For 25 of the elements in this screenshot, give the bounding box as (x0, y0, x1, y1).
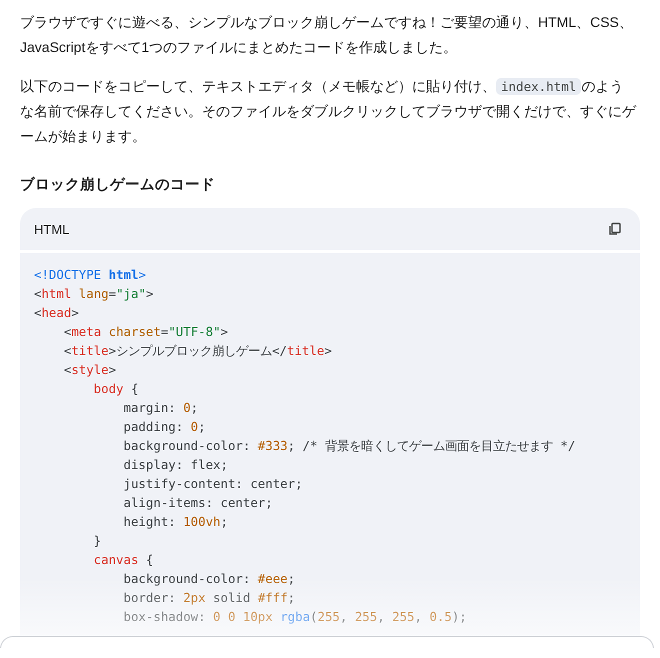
copy-icon (608, 222, 622, 236)
code-line: align-items: center; (122, 494, 274, 512)
paragraph-text: ブラウザですぐに遊べる、シンプルなブロック崩しゲームですね！ご要望の通り、HTML、CSS、JavaScriptをすべて1つのファイルにまとめたコードを作成しました。 (20, 13, 634, 57)
code-line: body { (92, 380, 140, 398)
code-line: border: 2px solid #fff; (122, 589, 296, 607)
paragraph-text: 以下のコードをコピーして、テキストエディタ（メモ帳など）に貼り付け、 index.html のような名前で保存してください。そのファイルをダブルクリックしてブラウザで開くだけで、すぐにゲームが始まります。 (20, 77, 638, 146)
code-line: <html lang="ja"> (34, 285, 154, 303)
code-line: margin: 0; (122, 399, 200, 417)
code-line: display: flex; (122, 456, 229, 474)
code-line: height: 100vh; (122, 513, 229, 531)
section-heading: ブロック崩しゲームのコード (20, 176, 216, 194)
code-line: box-shadow: 0 0 10px rgba(255, 255, 255, 0.5); (122, 608, 468, 626)
code-line: <!DOCTYPE html> (34, 266, 147, 284)
code-line: <head> (34, 304, 80, 322)
code-line: <style> (62, 361, 118, 379)
code-line: <meta charset="UTF-8"> (62, 323, 229, 341)
code-line: background-color: #333; /* 背景を暗くしてゲーム画面を目立たせます */ (122, 437, 576, 455)
inline-code: index.html (496, 78, 582, 95)
code-line: padding: 0; (122, 418, 207, 436)
code-line: background-color: #eee; (122, 570, 296, 588)
code-line: canvas { (92, 551, 154, 569)
code-line: <title>シンプルブロック崩しゲーム</title> (62, 342, 333, 360)
code-line: justify-content: center; (122, 475, 304, 493)
code-language-label: HTML (34, 222, 70, 236)
code-line: } (92, 532, 102, 550)
